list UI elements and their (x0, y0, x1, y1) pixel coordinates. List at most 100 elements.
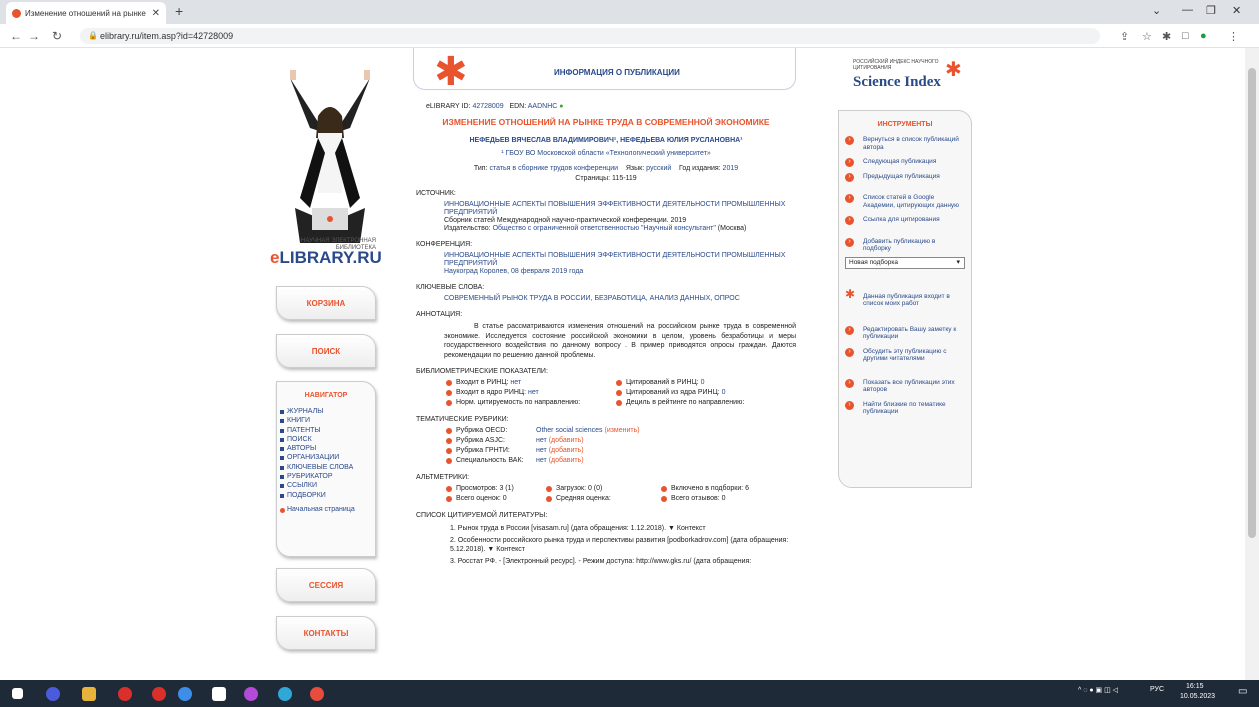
back-icon[interactable]: ← (10, 29, 22, 43)
rubric-label: Рубрика OECD: (446, 426, 536, 436)
tool-edit-note[interactable]: Редактировать Вашу заметку к публикации (845, 325, 971, 341)
lock-icon: 🔒 (88, 31, 98, 40)
nav-item-authors[interactable]: АВТОРЫ (277, 444, 375, 453)
nav-item-collections[interactable]: ПОДБОРКИ (277, 491, 375, 500)
tool-cite-link[interactable]: Ссылка для цитирования (845, 216, 971, 225)
asterisk-logo-icon: ✱ (434, 49, 468, 95)
yandex-icon[interactable] (118, 687, 132, 701)
tool-all-author-pubs[interactable]: Показать все публикации этих авторов (845, 378, 971, 394)
tool-discuss[interactable]: Обсудить эту публикацию с другими читате… (845, 347, 971, 363)
profile-icon[interactable]: ● (1200, 30, 1207, 42)
rubric-label: Рубрика ASJC: (446, 436, 536, 446)
rubric-add-link[interactable]: (добавить) (549, 456, 584, 466)
tool-google-scholar[interactable]: Список статей в Google Академии, цитирую… (845, 194, 971, 209)
nav-item-books[interactable]: КНИГИ (277, 416, 375, 425)
notepad-icon[interactable] (212, 687, 226, 701)
bib-item: Цитирований из ядра РИНЦ: 0 (616, 388, 726, 398)
extensions-icon[interactable]: ✱ (1162, 30, 1171, 43)
tool-prev-publication[interactable]: Предыдущая публикация (845, 172, 971, 181)
elibrary-logo[interactable]: eLIBRARY.RU (270, 248, 382, 268)
close-window-icon[interactable]: ✕ (1232, 4, 1241, 17)
yandex-browser-icon[interactable] (310, 687, 324, 701)
rubric-value[interactable]: Other social sciences (536, 426, 603, 436)
nav-item-patents[interactable]: ПАТЕНТЫ (277, 426, 375, 435)
tab-search-icon[interactable]: ⌄ (1152, 4, 1161, 17)
input-language[interactable]: РУС (1150, 686, 1164, 693)
publisher-link[interactable]: Общество с ограниченной ответственностью… (493, 225, 716, 232)
authors[interactable]: НЕФЕДЬЕВ ВЯЧЕСЛАВ ВЛАДИМИРОВИЧ¹, НЕФЕДЬЕ… (416, 137, 796, 144)
tool-next-publication[interactable]: Следующая публикация (845, 158, 971, 167)
chrome-icon[interactable] (178, 687, 192, 701)
publication-title: ИЗМЕНЕНИЕ ОТНОШЕНИЙ НА РЫНКЕ ТРУДА В СОВ… (442, 117, 770, 127)
tray-icons[interactable]: ^ ◌ ● ▣ ◫ ◁ (1078, 686, 1118, 694)
app-icon[interactable] (46, 687, 60, 701)
type-value: статья в сборнике трудов конференции (489, 165, 619, 172)
edn-label: EDN: (509, 103, 527, 110)
my-works-label: Данная публикация входит в список моих р… (863, 292, 950, 308)
nav-item-organizations[interactable]: ОРГАНИЗАЦИИ (277, 453, 375, 462)
bib-value[interactable]: 0 (701, 379, 705, 386)
rubric-edit-link[interactable]: (изменить) (604, 426, 639, 436)
bookmark-star-icon[interactable]: ☆ (1142, 30, 1152, 43)
altmetric-item[interactable]: Просмотров: 3 (1) (446, 484, 546, 494)
notifications-icon[interactable]: ▭ (1238, 686, 1247, 697)
minimize-icon[interactable]: — (1182, 4, 1193, 16)
scrollbar-thumb[interactable] (1248, 68, 1256, 538)
edge-icon[interactable] (278, 687, 292, 701)
edn-value[interactable]: AADNHC (528, 103, 558, 110)
clock-date[interactable]: 10.05.2023 (1180, 693, 1215, 700)
rubrics-heading: ТЕМАТИЧЕСКИЕ РУБРИКИ: (416, 416, 509, 423)
file-explorer-icon[interactable] (82, 687, 96, 701)
contacts-button[interactable]: КОНТАКТЫ (276, 616, 376, 650)
nav-item-journals[interactable]: ЖУРНАЛЫ (277, 407, 375, 416)
reload-icon[interactable]: ↻ (52, 29, 62, 43)
address-bar-row: ← → ↻ 🔒 elibrary.ru/item.asp?id=42728009… (0, 24, 1259, 48)
nav-item-keywords[interactable]: КЛЮЧЕВЫЕ СЛОВА (277, 463, 375, 472)
publisher-city: (Москва) (717, 225, 747, 232)
tool-similar-pubs[interactable]: Найти близкие по тематике публикации (845, 400, 971, 416)
bib-value[interactable]: 0 (722, 389, 726, 396)
my-works-item[interactable]: ✱ Данная публикация входит в список моих … (845, 288, 971, 308)
cart-button[interactable]: КОРЗИНА (276, 286, 376, 320)
close-tab-icon[interactable]: ✕ (152, 8, 160, 19)
rubric-add-link[interactable]: (добавить) (549, 446, 584, 456)
restore-icon[interactable]: ❐ (1206, 4, 1216, 17)
nav-item-search[interactable]: ПОИСК (277, 435, 375, 444)
windows-start-icon[interactable] (12, 688, 23, 699)
page-title: ИНФОРМАЦИЯ О ПУБЛИКАЦИИ (554, 68, 680, 77)
sidepanel-icon[interactable]: □ (1182, 30, 1189, 42)
opera-icon[interactable] (152, 687, 166, 701)
share-icon[interactable]: ⇪ (1120, 30, 1129, 43)
home-link[interactable]: Начальная страница (277, 506, 375, 513)
clock-time[interactable]: 16:15 (1186, 683, 1204, 690)
reference-item: 1. Рынок труда в России [visasam.ru] (да… (450, 525, 706, 532)
bib-value[interactable]: нет (528, 389, 539, 396)
forward-icon[interactable]: → (28, 29, 40, 43)
scrollbar[interactable] (1245, 48, 1259, 680)
browser-tab[interactable]: Изменение отношений на рынке т ✕ (6, 2, 166, 24)
new-tab-icon[interactable]: + (175, 3, 183, 19)
keywords[interactable]: СОВРЕМЕННЫЙ РЫНОК ТРУДА В РОССИИ, БЕЗРАБ… (416, 295, 796, 303)
tool-back-to-author[interactable]: Вернуться в список публикаций автора (845, 136, 971, 151)
nav-item-rubricator[interactable]: РУБРИКАТОР (277, 472, 375, 481)
nav-item-links[interactable]: ССЫЛКИ (277, 481, 375, 490)
mascot-illustration (290, 70, 370, 243)
altmetric-item[interactable]: Загрузок: 0 (0) (546, 484, 661, 494)
menu-icon[interactable]: ⋮ (1228, 30, 1239, 43)
collection-select[interactable]: Новая подборка ▾ (845, 256, 965, 269)
affiliation[interactable]: ¹ ГБОУ ВО Московской области «Технологич… (416, 150, 796, 157)
altmetric-item: Всего оценок: 0 (446, 494, 546, 504)
session-button[interactable]: СЕССИЯ (276, 568, 376, 602)
tool-add-to-collection[interactable]: Добавить публикацию в подборку (845, 237, 971, 253)
bib-value[interactable]: нет (510, 379, 521, 386)
search-button[interactable]: ПОИСК (276, 334, 376, 368)
app2-icon[interactable] (244, 687, 258, 701)
conference-link[interactable]: ИННОВАЦИОННЫЕ АСПЕКТЫ ПОВЫШЕНИЯ ЭФФЕКТИВ… (444, 252, 796, 268)
altmetric-item[interactable]: Включено в подборки: 6 (661, 484, 749, 494)
url-field[interactable]: 🔒 elibrary.ru/item.asp?id=42728009 (80, 28, 1100, 44)
science-index-logo[interactable]: Science Index (853, 74, 941, 91)
source-link[interactable]: ИННОВАЦИОННЫЕ АСПЕКТЫ ПОВЫШЕНИЯ ЭФФЕКТИВ… (444, 201, 796, 217)
rubric-add-link[interactable]: (добавить) (549, 436, 584, 446)
rubric-value: нет (536, 437, 547, 444)
rubric-value: нет (536, 447, 547, 454)
